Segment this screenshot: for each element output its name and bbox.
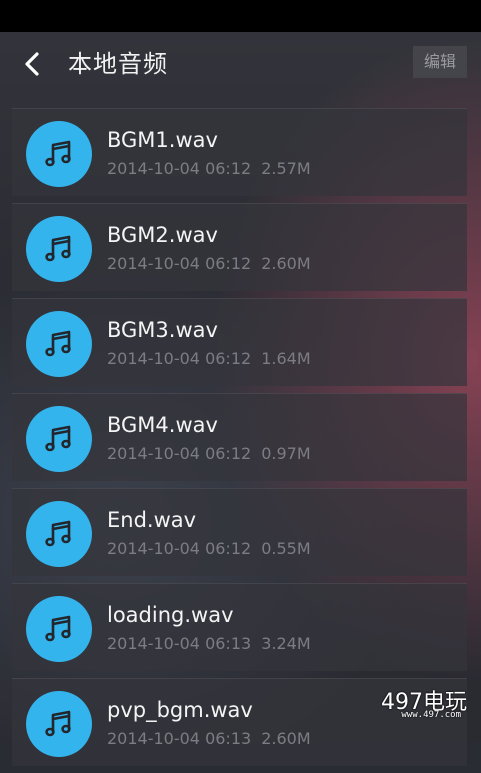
- file-size: 0.97M: [261, 444, 311, 463]
- file-size: 0.55M: [261, 539, 311, 558]
- music-note-icon: [26, 121, 92, 187]
- list-item[interactable]: BGM1.wav 2014-10-04 06:12 2.57M: [12, 108, 467, 196]
- music-note-icon: [26, 691, 92, 757]
- page-title: 本地音频: [68, 50, 168, 78]
- music-note-icon: [26, 596, 92, 662]
- file-date: 2014-10-04 06:12: [107, 254, 252, 273]
- audio-file-list: BGM1.wav 2014-10-04 06:12 2.57M BGM2.wav …: [12, 108, 467, 773]
- music-note-icon: [26, 311, 92, 377]
- file-size: 2.60M: [261, 254, 311, 273]
- header: 本地音频 编辑: [0, 32, 481, 96]
- music-note-icon: [26, 501, 92, 567]
- music-note-icon: [26, 216, 92, 282]
- watermark-logo: 497电玩 www.497.com: [367, 684, 467, 724]
- file-size: 3.24M: [261, 634, 311, 653]
- file-size: 2.57M: [261, 159, 311, 178]
- file-name: BGM2.wav: [107, 223, 218, 247]
- file-name: BGM1.wav: [107, 128, 218, 152]
- file-meta: 2014-10-04 06:12 0.55M: [107, 539, 311, 558]
- list-item[interactable]: End.wav 2014-10-04 06:12 0.55M: [12, 488, 467, 576]
- file-date: 2014-10-04 06:12: [107, 539, 252, 558]
- edit-button[interactable]: 编辑: [413, 46, 467, 78]
- list-item[interactable]: BGM2.wav 2014-10-04 06:12 2.60M: [12, 203, 467, 291]
- file-meta: 2014-10-04 06:12 0.97M: [107, 444, 311, 463]
- file-name: BGM4.wav: [107, 413, 218, 437]
- file-name: End.wav: [107, 508, 197, 532]
- list-item[interactable]: loading.wav 2014-10-04 06:13 3.24M: [12, 583, 467, 671]
- file-meta: 2014-10-04 06:12 1.64M: [107, 349, 311, 368]
- file-meta: 2014-10-04 06:13 2.60M: [107, 729, 311, 748]
- file-date: 2014-10-04 06:12: [107, 444, 252, 463]
- file-meta: 2014-10-04 06:13 3.24M: [107, 634, 311, 653]
- file-date: 2014-10-04 06:13: [107, 634, 252, 653]
- file-meta: 2014-10-04 06:12 2.57M: [107, 159, 311, 178]
- file-meta: 2014-10-04 06:12 2.60M: [107, 254, 311, 273]
- file-size: 1.64M: [261, 349, 311, 368]
- status-bar: [0, 0, 481, 32]
- chevron-left-icon: [25, 52, 39, 76]
- back-button[interactable]: [14, 46, 50, 82]
- list-item[interactable]: BGM3.wav 2014-10-04 06:12 1.64M: [12, 298, 467, 386]
- file-size: 2.60M: [261, 729, 311, 748]
- watermark-url: www.497.com: [401, 710, 461, 720]
- file-date: 2014-10-04 06:12: [107, 349, 252, 368]
- file-date: 2014-10-04 06:12: [107, 159, 252, 178]
- file-name: BGM3.wav: [107, 318, 218, 342]
- list-item[interactable]: BGM4.wav 2014-10-04 06:12 0.97M: [12, 393, 467, 481]
- file-name: pvp_bgm.wav: [107, 698, 253, 722]
- file-name: loading.wav: [107, 603, 234, 627]
- file-date: 2014-10-04 06:13: [107, 729, 252, 748]
- music-note-icon: [26, 406, 92, 472]
